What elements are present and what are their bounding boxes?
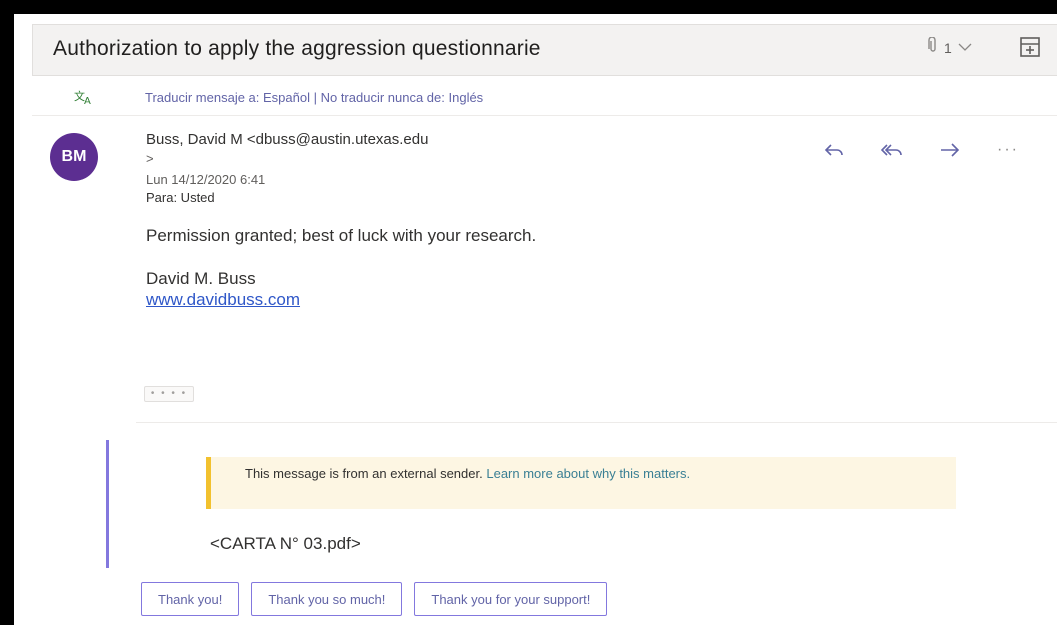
signature-link[interactable]: www.davidbuss.com xyxy=(146,290,300,310)
message-body: Permission granted; best of luck with yo… xyxy=(146,226,537,245)
quick-reply-thank-you[interactable]: Thank you! xyxy=(141,582,240,616)
external-notice-text: This message is from an external sender. xyxy=(245,466,483,481)
reply-icon[interactable] xyxy=(819,138,849,162)
quick-replies: Thank you! Thank you so much! Thank you … xyxy=(141,582,608,616)
message-actions: ··· xyxy=(819,138,1023,162)
show-more-button[interactable]: • • • • xyxy=(144,386,194,402)
translate-icon: 文A xyxy=(74,88,94,111)
forward-icon[interactable] xyxy=(935,138,965,162)
recipient-line: Para: Usted xyxy=(146,190,215,205)
translate-bar: 文A Traducir mensaje a: Español | No trad… xyxy=(32,80,1057,116)
signature-name: David M. Buss xyxy=(146,269,256,288)
attachment-dropdown[interactable]: 1 xyxy=(928,36,972,58)
popout-icon[interactable] xyxy=(1018,35,1042,64)
paperclip-icon xyxy=(928,36,938,58)
subject-bar: Authorization to apply the aggression qu… xyxy=(32,24,1057,76)
more-icon[interactable]: ··· xyxy=(993,138,1023,162)
quote-bar xyxy=(106,440,109,568)
message-date: Lun 14/12/2020 6:41 xyxy=(146,172,266,187)
sender-name[interactable]: Buss, David M <dbuss@austin.utexas.edu xyxy=(146,131,428,148)
email-reading-pane: Authorization to apply the aggression qu… xyxy=(14,14,1057,625)
translate-link[interactable]: Traducir mensaje a: Español | No traduci… xyxy=(145,90,483,105)
quick-reply-thank-you-support[interactable]: Thank you for your support! xyxy=(414,582,608,616)
svg-text:A: A xyxy=(84,96,91,106)
email-subject: Authorization to apply the aggression qu… xyxy=(53,37,541,60)
learn-more-link[interactable]: Learn more about why this matters. xyxy=(486,466,690,481)
quick-reply-thank-you-so-much[interactable]: Thank you so much! xyxy=(251,582,403,616)
external-sender-notice: This message is from an external sender.… xyxy=(206,457,956,509)
divider xyxy=(136,422,1057,423)
reply-all-icon[interactable] xyxy=(877,138,907,162)
attachment-count: 1 xyxy=(944,39,952,56)
sender-name-cont: > xyxy=(146,151,154,166)
avatar: BM xyxy=(50,133,98,181)
attachment-reference: <CARTA N° 03.pdf> xyxy=(210,534,361,553)
chevron-down-icon xyxy=(958,41,972,55)
